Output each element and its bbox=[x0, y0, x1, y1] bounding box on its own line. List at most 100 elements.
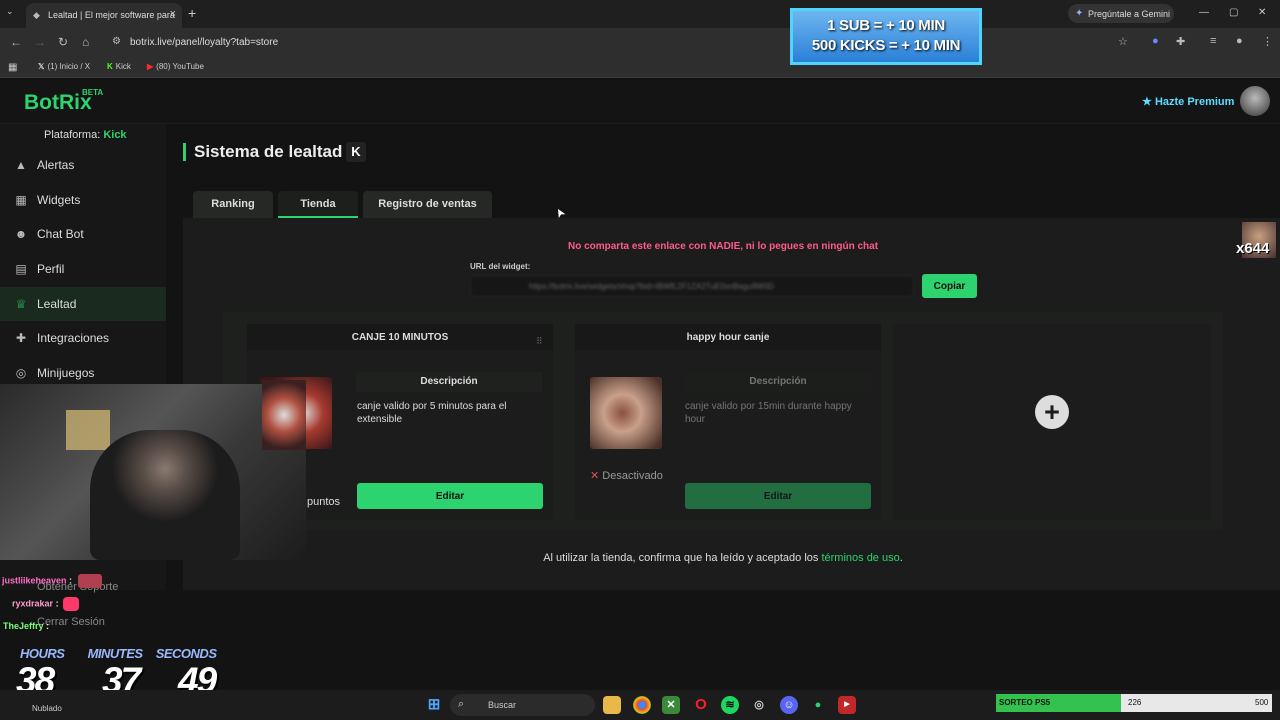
file-explorer-icon[interactable] bbox=[603, 696, 621, 714]
sidebar-item-widgets[interactable]: ▦ Widgets bbox=[0, 183, 166, 217]
taskbar-search[interactable]: ⌕ Buscar bbox=[450, 694, 595, 716]
forward-arrow-icon[interactable]: → bbox=[34, 35, 46, 49]
edit-button[interactable]: Editar bbox=[357, 483, 543, 509]
chat-emote bbox=[78, 574, 103, 588]
home-icon[interactable]: ⌂ bbox=[82, 35, 89, 49]
terms-notice: Al utilizar la tienda, confirma que ha l… bbox=[183, 552, 1263, 564]
store-item-points-label: puntos bbox=[307, 496, 341, 508]
tab-registro-ventas[interactable]: Registro de ventas bbox=[363, 191, 492, 218]
viewer-count: x644 bbox=[1236, 240, 1270, 257]
timer-seconds-label: SECONDS bbox=[155, 646, 217, 661]
window-close-icon[interactable]: ✕ bbox=[1258, 7, 1266, 18]
youtube-logo-icon: ▶ bbox=[147, 62, 154, 71]
copy-button[interactable]: Copiar bbox=[922, 274, 977, 298]
new-tab-plus-icon[interactable]: + bbox=[188, 5, 196, 21]
heart-emote-icon bbox=[62, 597, 79, 611]
chat-separator: : bbox=[46, 621, 50, 631]
weather-widget[interactable]: Nublado bbox=[32, 704, 62, 713]
drag-handle-icon[interactable]: ⠿ bbox=[536, 336, 543, 347]
reading-list-icon[interactable]: ≡ bbox=[1210, 35, 1216, 47]
tab-ranking[interactable]: Ranking bbox=[193, 191, 273, 218]
sidebar-item-alertas[interactable]: ▲ Alertas bbox=[0, 148, 166, 182]
profile-icon[interactable]: ● bbox=[1236, 35, 1243, 47]
tab-list-chevron-icon[interactable]: ⌄ bbox=[6, 6, 14, 17]
apps-grid-icon[interactable]: ▦ bbox=[8, 62, 17, 73]
terms-prefix: Al utilizar la tienda, confirma que ha l… bbox=[543, 552, 819, 564]
app-icon[interactable]: ● bbox=[809, 696, 827, 714]
taskbar-search-placeholder: Buscar bbox=[488, 700, 517, 710]
sidebar-item-label: Alertas bbox=[37, 158, 75, 172]
extension-icon[interactable]: ● bbox=[1152, 35, 1159, 47]
banner-line-2: 500 KICKS = + 10 MIN bbox=[811, 37, 961, 54]
sidebar-item-label: Perfil bbox=[37, 262, 65, 276]
bookmark-kick-label: Kick bbox=[115, 62, 131, 71]
user-avatar[interactable] bbox=[1240, 86, 1270, 116]
browser-tab-title: Lealtad | El mejor software para bbox=[48, 10, 175, 20]
url-text: botrix.live/panel/loyalty?tab=store bbox=[130, 37, 279, 48]
bookmark-kick[interactable]: K Kick bbox=[107, 62, 131, 71]
bookmark-youtube[interactable]: ▶ (80) YouTube bbox=[147, 62, 204, 71]
maximize-icon[interactable]: ▢ bbox=[1229, 7, 1238, 18]
video-app-icon[interactable]: ▶ bbox=[838, 696, 856, 714]
browser-menu-icon[interactable]: ⋮ bbox=[1262, 35, 1273, 48]
timer-labels: HOURS MINUTES SECONDS bbox=[20, 646, 217, 661]
extensions-puzzle-icon[interactable]: ✚ bbox=[1176, 35, 1185, 48]
minimize-icon[interactable]: — bbox=[1199, 7, 1209, 18]
back-arrow-icon[interactable]: ← bbox=[10, 35, 22, 49]
chat-username: TheJeffry bbox=[3, 621, 44, 631]
chat-separator: : bbox=[55, 598, 59, 609]
bookmark-star-icon[interactable]: ☆ bbox=[1118, 35, 1128, 48]
site-info-icon[interactable]: ⚙ bbox=[112, 36, 121, 47]
gamepad-icon: ◎ bbox=[15, 366, 27, 380]
windows-start-icon[interactable]: ⊞ bbox=[425, 696, 443, 714]
bookmark-x[interactable]: 𝕏 (1) Inicio / X bbox=[38, 62, 90, 71]
minecraft-icon[interactable]: ✕ bbox=[662, 696, 680, 714]
search-icon: ⌕ bbox=[458, 698, 465, 710]
widget-url-input[interactable]: https://botrix.live/widgets/shop?bid=IBW… bbox=[470, 275, 914, 297]
sidebar-item-chatbot[interactable]: ☻ Chat Bot bbox=[0, 217, 166, 251]
giveaway-progress-value: 226 bbox=[1128, 698, 1142, 707]
add-plus-icon[interactable]: + bbox=[1035, 395, 1069, 429]
premium-button[interactable]: ★ Hazte Premium bbox=[1142, 95, 1234, 108]
spotify-icon[interactable]: ≋ bbox=[721, 696, 739, 714]
puzzle-icon: ✚ bbox=[15, 331, 27, 345]
disabled-status-label: Desactivado bbox=[602, 470, 663, 482]
edit-button-disabled[interactable]: Editar bbox=[685, 483, 871, 509]
gemini-label: Pregúntale a Gemini bbox=[1088, 9, 1171, 19]
kick-platform-badge: K bbox=[346, 142, 366, 162]
tab-tienda[interactable]: Tienda bbox=[278, 191, 358, 218]
sidebar-item-label: Lealtad bbox=[37, 297, 77, 311]
x-mark-icon: ✕ bbox=[590, 470, 600, 482]
robot-icon: ☻ bbox=[14, 227, 28, 241]
botrix-favicon-icon: ◆ bbox=[33, 10, 40, 20]
sidebar-item-label: Integraciones bbox=[37, 331, 110, 345]
sidebar-item-label: Chat Bot bbox=[37, 227, 84, 241]
store-item-title: happy hour canje bbox=[575, 324, 881, 350]
chat-separator: : bbox=[69, 575, 73, 586]
gemini-button[interactable]: ✦ Pregúntale a Gemini bbox=[1068, 4, 1174, 23]
sidebar-item-integraciones[interactable]: ✚ Integraciones bbox=[0, 321, 166, 355]
chat-message: TheJeffry : bbox=[3, 621, 49, 631]
discord-icon[interactable]: ☺ bbox=[780, 696, 798, 714]
webcam-streamer bbox=[90, 430, 240, 560]
close-tab-icon[interactable]: × bbox=[170, 8, 176, 20]
chrome-icon[interactable] bbox=[633, 696, 651, 714]
sidebar-item-perfil[interactable]: ▤ Perfil bbox=[0, 252, 166, 286]
sidebar-item-lealtad[interactable]: ♕ Lealtad bbox=[0, 287, 166, 321]
chat-username: ryxdrakar bbox=[12, 598, 54, 609]
title-accent-bar bbox=[183, 143, 186, 161]
banner-line-1: 1 SUB = + 10 MIN bbox=[827, 17, 945, 34]
widget-url-label: URL del widget: bbox=[470, 262, 531, 271]
timer-minutes-label: MINUTES bbox=[87, 646, 144, 661]
description-header: Descripción bbox=[685, 372, 871, 392]
opera-gx-icon[interactable]: O bbox=[692, 696, 710, 714]
steam-icon[interactable]: ◎ bbox=[750, 696, 768, 714]
reload-icon[interactable]: ↻ bbox=[58, 35, 68, 49]
store-item-image bbox=[590, 377, 662, 449]
url-bar[interactable]: ⚙ botrix.live/panel/loyalty?tab=store bbox=[104, 32, 1144, 52]
terms-link[interactable]: términos de uso bbox=[821, 552, 899, 564]
giveaway-progress-name: SORTEO PS5 bbox=[999, 698, 1051, 707]
browser-tab[interactable]: ◆ Lealtad | El mejor software para × bbox=[26, 3, 182, 28]
giveaway-progress-max: 500 bbox=[1255, 698, 1269, 707]
gemini-sparkle-icon: ✦ bbox=[1075, 8, 1084, 19]
